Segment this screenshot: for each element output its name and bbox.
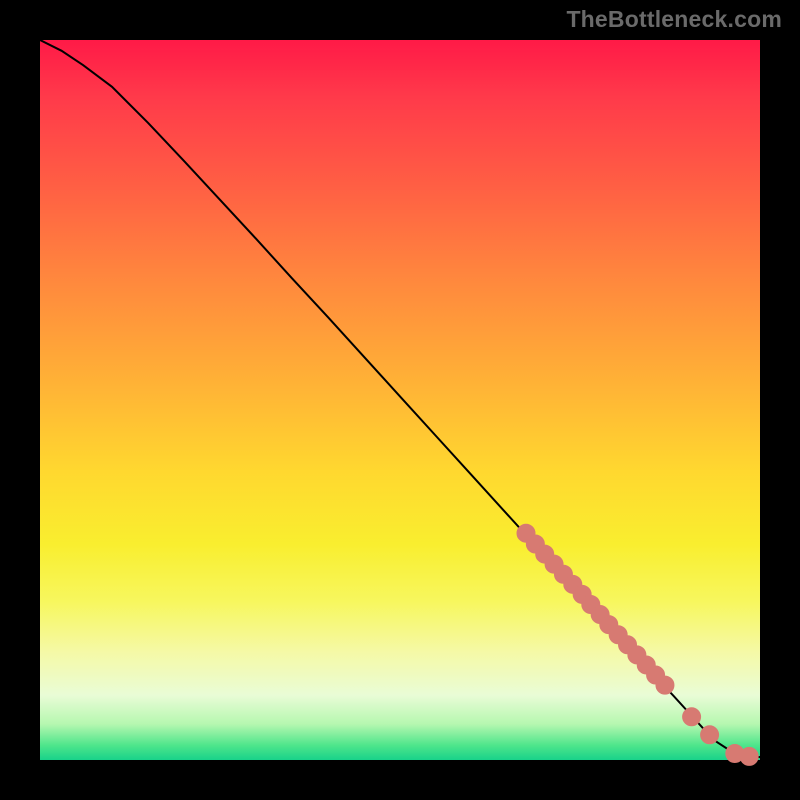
watermark-text: TheBottleneck.com	[566, 6, 782, 33]
data-point	[656, 676, 674, 694]
data-point	[683, 708, 701, 726]
chart-frame	[25, 25, 775, 775]
data-point	[740, 747, 758, 765]
data-point	[701, 726, 719, 744]
highlight-points	[517, 524, 758, 765]
chart-svg	[40, 40, 760, 760]
bottleneck-curve	[40, 40, 760, 757]
plot-area	[40, 40, 760, 760]
